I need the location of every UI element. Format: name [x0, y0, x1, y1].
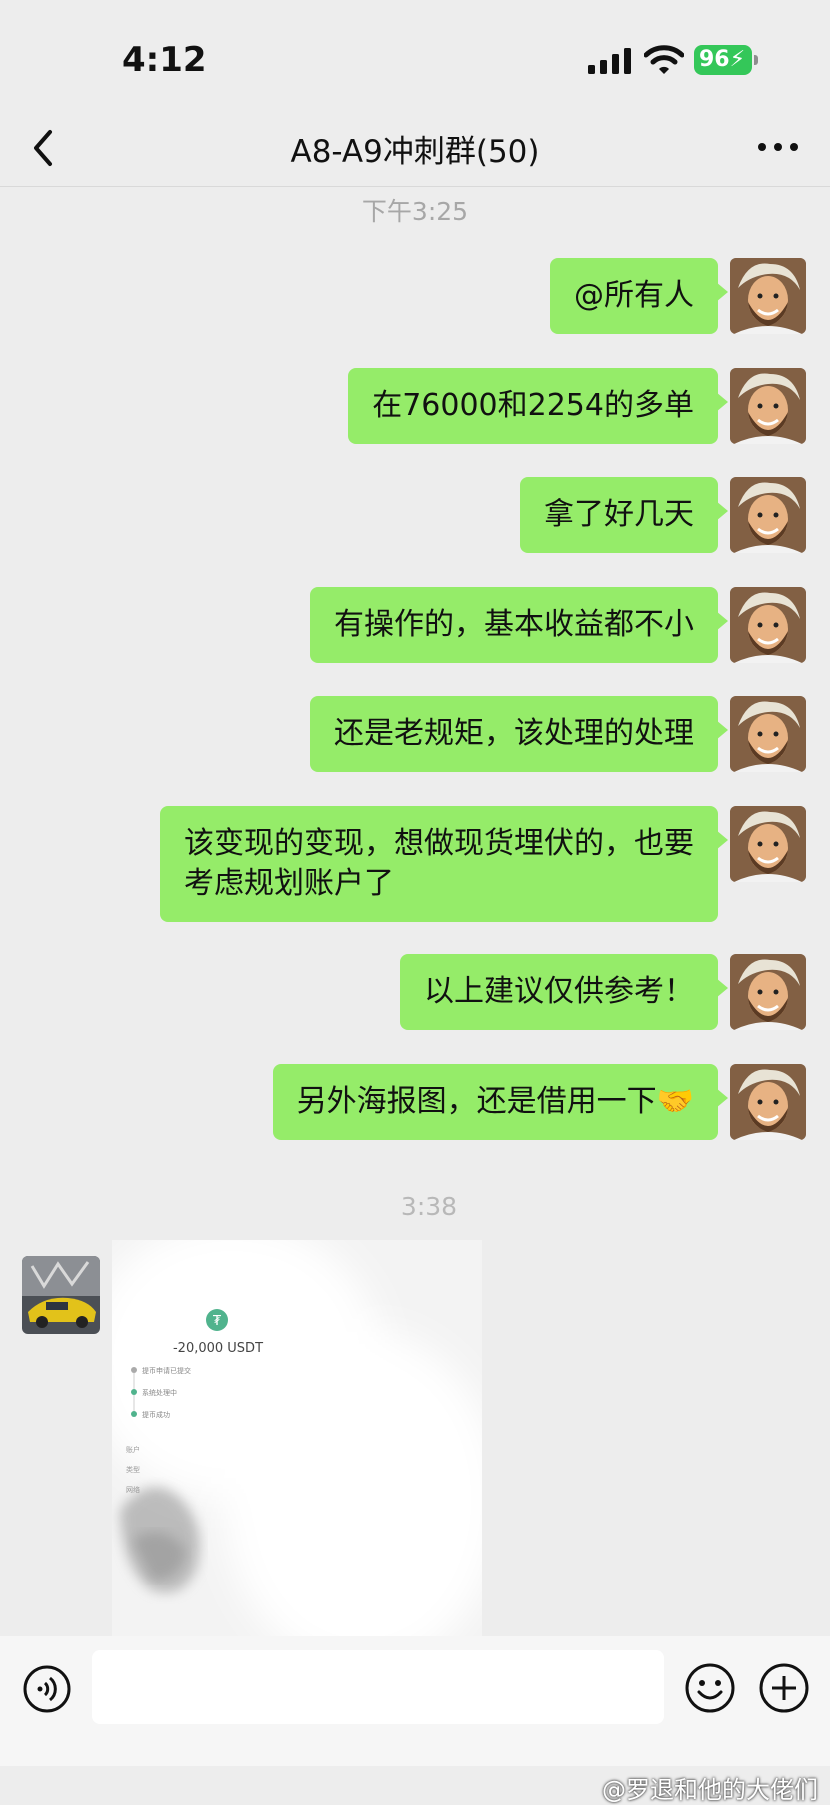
wifi-icon: [644, 45, 684, 74]
message-bubble[interactable]: 拿了好几天: [520, 477, 728, 553]
sender-avatar[interactable]: [730, 477, 806, 553]
svg-text:系统处理中: 系统处理中: [142, 1388, 177, 1397]
sender-avatar[interactable]: [730, 587, 806, 663]
sender-avatar[interactable]: [730, 368, 806, 444]
sender-avatar[interactable]: [730, 806, 806, 882]
image-message[interactable]: ₮ -20,000 USDT 提币申请已提交 系统处理中 提币成功 账户 类型 …: [82, 1220, 502, 1670]
status-time: 4:12: [122, 40, 207, 80]
battery-level: 96: [699, 47, 730, 72]
input-bar: [0, 1636, 830, 1766]
message-bubble[interactable]: @所有人: [550, 258, 728, 334]
svg-text:提币申请已提交: 提币申请已提交: [142, 1366, 191, 1375]
svg-text:网络: 网络: [126, 1485, 140, 1494]
message-bubble[interactable]: 在76000和2254的多单: [348, 368, 728, 444]
message-bubble[interactable]: 还是老规矩，该处理的处理: [310, 696, 728, 772]
message-bubble[interactable]: 另外海报图，还是借用一下🤝: [272, 1064, 729, 1140]
chat-header: A8-A9冲刺群(50): [0, 110, 830, 187]
svg-text:类型: 类型: [126, 1465, 140, 1474]
timestamp: 下午3:25: [361, 197, 469, 226]
sender-avatar[interactable]: [730, 1064, 806, 1140]
more-options-icon[interactable]: [754, 132, 802, 162]
group-member-avatar[interactable]: [22, 1256, 100, 1334]
watermark: @罗退和他的大佬们: [602, 1776, 818, 1804]
message-input[interactable]: [92, 1650, 664, 1724]
message-bubble[interactable]: 以上建议仅供参考！: [400, 954, 728, 1030]
message-bubble[interactable]: 有操作的，基本收益都不小: [310, 587, 728, 663]
timestamp: 3:38: [400, 1192, 458, 1221]
battery-indicator: 96⚡: [694, 45, 758, 75]
message-bubble[interactable]: 该变现的变现，想做现货埋伏的，也要考虑规划账户了: [160, 806, 728, 922]
withdrawal-amount: -20,000 USDT: [173, 1341, 263, 1356]
add-attachment-icon[interactable]: [758, 1662, 810, 1714]
chat-title: A8-A9冲刺群(50): [290, 134, 540, 170]
withdrawal-screenshot-image: ₮ -20,000 USDT 提币申请已提交 系统处理中 提币成功 账户 类型 …: [82, 1220, 502, 1670]
cellular-signal-icon: [588, 48, 631, 74]
status-bar: 4:12 96⚡: [0, 0, 830, 110]
emoji-icon[interactable]: [684, 1662, 736, 1714]
sender-avatar[interactable]: [730, 258, 806, 334]
svg-text:₮: ₮: [213, 1314, 222, 1329]
voice-input-icon[interactable]: [22, 1664, 72, 1714]
sender-avatar[interactable]: [730, 696, 806, 772]
sender-avatar[interactable]: [730, 954, 806, 1030]
svg-text:账户: 账户: [126, 1445, 140, 1454]
svg-text:提币成功: 提币成功: [142, 1410, 170, 1419]
